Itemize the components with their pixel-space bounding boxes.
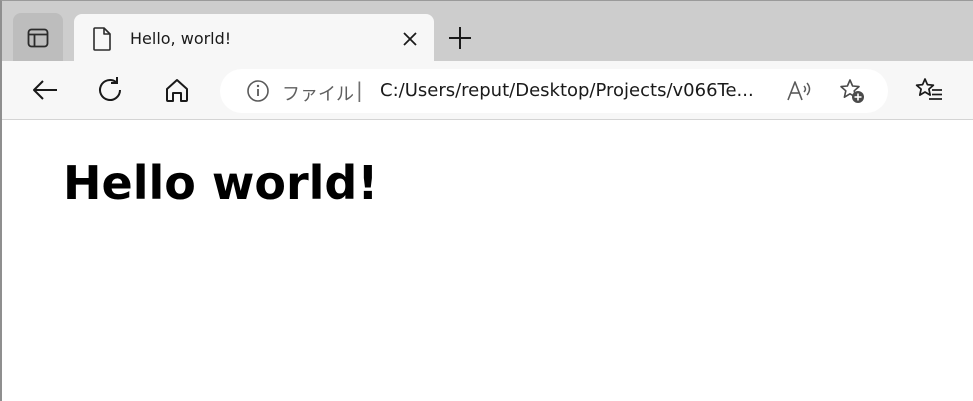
tab-actions-icon bbox=[27, 28, 49, 48]
tab-active[interactable]: Hello, world! bbox=[74, 14, 434, 63]
close-icon[interactable] bbox=[402, 31, 418, 47]
refresh-button[interactable] bbox=[96, 75, 126, 105]
address-bar[interactable]: ファイル | C:/Users/reput/Desktop/Projects/v… bbox=[220, 69, 888, 113]
favorites-list-icon[interactable] bbox=[914, 76, 944, 104]
address-separator: | bbox=[356, 78, 363, 102]
scheme-label: ファイル bbox=[282, 84, 354, 105]
read-aloud-icon[interactable] bbox=[785, 78, 813, 104]
navigation-toolbar: ファイル | C:/Users/reput/Desktop/Projects/v… bbox=[2, 61, 973, 120]
info-icon[interactable] bbox=[246, 79, 270, 103]
new-tab-button[interactable] bbox=[447, 25, 473, 51]
url-text[interactable]: C:/Users/reput/Desktop/Projects/v066Te..… bbox=[380, 80, 772, 101]
page-icon bbox=[93, 27, 111, 51]
page-heading: Hello world! bbox=[63, 156, 379, 210]
page-content: Hello world! bbox=[2, 120, 973, 401]
back-button[interactable] bbox=[30, 75, 60, 105]
home-button[interactable] bbox=[162, 75, 192, 105]
tab-strip: Hello, world! bbox=[2, 1, 973, 63]
tab-title: Hello, world! bbox=[130, 29, 232, 48]
browser-window: Hello, world! ファイル | C:/Users/reput/Desk… bbox=[0, 0, 973, 401]
tab-actions-button[interactable] bbox=[13, 13, 63, 61]
star-plus-icon[interactable] bbox=[838, 77, 866, 105]
